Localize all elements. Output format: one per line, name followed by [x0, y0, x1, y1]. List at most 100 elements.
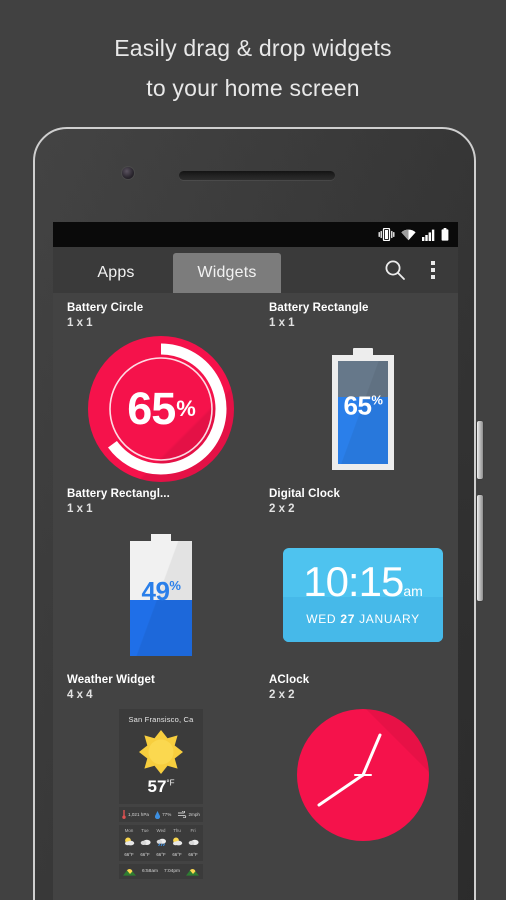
battery-circle-value: 65: [127, 383, 176, 434]
widget-battery-rectangle[interactable]: Battery Rectangle 1 x 1 65%: [255, 301, 457, 487]
sun-cloud-icon: [124, 837, 134, 846]
forecast-day: Mon 66°F: [124, 828, 135, 857]
sun-icon: [139, 730, 183, 774]
weather-stats-row: 1,021 hPa 77% 2mph: [119, 807, 203, 822]
weather-temperature-unit: °F: [166, 778, 175, 788]
weather-sun-row: 6:58am 7:04pm: [119, 864, 203, 879]
sunrise-time: 6:58am: [142, 869, 158, 874]
widget-preview[interactable]: 49%: [67, 517, 255, 673]
headline-line-1: Easily drag & drop widgets: [114, 35, 392, 61]
weather-forecast-row: Mon 66°F Tue 66°F Wed 66°F Thu 66°F Fri …: [119, 825, 203, 861]
widget-size: 1 x 1: [67, 503, 93, 515]
wind-icon: [177, 811, 186, 818]
digital-clock-date: WED 27 JANUARY: [283, 612, 443, 626]
forecast-day: Tue 66°F: [140, 828, 151, 857]
forecast-day: Wed 66°F: [156, 828, 167, 857]
date-day: 27: [340, 612, 356, 626]
widget-preview[interactable]: 10:15am WED 27 JANUARY: [269, 517, 457, 673]
search-button[interactable]: [378, 253, 412, 287]
cloud-icon: [188, 839, 199, 845]
battery-rectangle-percent: 65%: [332, 390, 394, 421]
tab-apps[interactable]: Apps: [59, 253, 173, 293]
tab-bar-actions: [378, 253, 458, 293]
speaker-grille: [179, 171, 335, 180]
forecast-day-name: Fri: [190, 828, 196, 833]
sunrise-icon: [123, 869, 136, 876]
sunset-icon: [186, 869, 199, 876]
thermometer-icon: [122, 810, 126, 819]
digital-clock-time-value: 10:15: [303, 558, 404, 605]
forecast-day-name: Wed: [156, 828, 166, 833]
tab-widgets[interactable]: Widgets: [173, 253, 281, 293]
weather-temperature-value: 57: [147, 777, 167, 796]
weather-temperature: 57°F: [123, 777, 199, 797]
sun-cloud-icon: [172, 837, 182, 846]
headline-line-2: to your home screen: [146, 75, 360, 101]
percent-symbol: %: [371, 392, 383, 408]
widget-grid: Battery Circle 1 x 1 65% Battery Rectang…: [53, 293, 458, 900]
phone-screen: Apps Widgets Battery Circle 1 x 1 65 % B…: [53, 222, 458, 900]
widget-row: Weather Widget 4 x 4 San Fransisco, Ca 5…: [53, 673, 458, 885]
tab-widgets-label: Widgets: [197, 264, 257, 281]
widget-row: Battery Circle 1 x 1 65% Battery Rectang…: [53, 301, 458, 487]
percent-symbol: %: [169, 578, 181, 594]
signal-icon: [422, 229, 435, 241]
widget-title: Digital Clock: [269, 488, 340, 500]
status-bar: [53, 222, 458, 247]
wifi-icon: [401, 229, 416, 240]
rain-icon: [156, 838, 166, 847]
widget-title: Battery Rectangl...: [67, 488, 170, 500]
tab-bar: Apps Widgets: [53, 247, 458, 293]
date-suffix: JANUARY: [355, 612, 420, 626]
battery-rectangle-value: 65: [343, 390, 372, 421]
battery-rectangle-graphic: 65%: [332, 348, 394, 470]
widget-preview[interactable]: 65%: [67, 331, 255, 487]
forecast-day-temp: 66°F: [124, 852, 134, 857]
analog-clock-hands: [317, 733, 382, 807]
volume-button[interactable]: [477, 421, 483, 479]
widget-title: AClock: [269, 674, 310, 686]
weather-stat-wind: 2mph: [177, 811, 201, 818]
widget-size: 2 x 2: [269, 503, 295, 515]
widget-size: 4 x 4: [67, 689, 93, 701]
tab-apps-label: Apps: [97, 264, 135, 281]
widget-battery-rectangle-alt[interactable]: Battery Rectangl... 1 x 1 49%: [53, 487, 255, 673]
overflow-menu-button[interactable]: [416, 253, 450, 287]
battery-circle-percent: 65%: [88, 336, 234, 482]
widget-preview[interactable]: San Fransisco, Ca 57°F 1,021 hPa 77% 2mp…: [67, 703, 255, 885]
widget-analog-clock[interactable]: AClock 2 x 2: [255, 673, 457, 885]
forecast-day: Thu 66°F: [172, 828, 183, 857]
grid-scroll-gap: [53, 885, 458, 900]
analog-clock-graphic: [297, 709, 429, 841]
humidity-icon: [155, 810, 161, 819]
digital-clock-meridiem: am: [403, 583, 423, 599]
widget-preview[interactable]: [269, 703, 457, 885]
weather-stat-humidity: 77%: [155, 810, 171, 819]
weather-main-card: San Fransisco, Ca 57°F: [119, 709, 203, 804]
battery-rectangle-alt-graphic: 49%: [130, 534, 192, 656]
forecast-day-temp: 66°F: [172, 852, 182, 857]
battery-icon: [441, 228, 449, 241]
battery-circle-graphic: 65%: [88, 336, 234, 482]
widget-weather[interactable]: Weather Widget 4 x 4 San Fransisco, Ca 5…: [53, 673, 255, 885]
forecast-day: Fri 66°F: [188, 828, 199, 857]
forecast-day-temp: 66°F: [188, 852, 198, 857]
widget-battery-circle[interactable]: Battery Circle 1 x 1 65%: [53, 301, 255, 487]
power-button[interactable]: [477, 495, 483, 601]
widget-size: 1 x 1: [269, 317, 295, 329]
widget-preview[interactable]: 65%: [269, 331, 457, 487]
hour-hand: [317, 773, 365, 807]
forecast-day-name: Tue: [141, 828, 149, 833]
widget-digital-clock[interactable]: Digital Clock 2 x 2 10:15am WED 27 JANUA…: [255, 487, 457, 673]
forecast-day-name: Mon: [124, 828, 134, 833]
widget-size: 2 x 2: [269, 689, 295, 701]
phone-mockup: Apps Widgets Battery Circle 1 x 1 65 % B…: [33, 127, 483, 900]
widget-row: Battery Rectangl... 1 x 1 49% Digital Cl…: [53, 487, 458, 673]
widget-title: Battery Rectangle: [269, 302, 369, 314]
date-prefix: WED: [306, 612, 341, 626]
percent-symbol: %: [176, 396, 196, 421]
weather-city: San Fransisco, Ca: [128, 715, 194, 724]
weather-stat-wind-value: 2mph: [188, 812, 201, 817]
forecast-day-temp: 66°F: [140, 852, 150, 857]
weather-graphic: San Fransisco, Ca 57°F 1,021 hPa 77% 2mp…: [119, 709, 203, 879]
